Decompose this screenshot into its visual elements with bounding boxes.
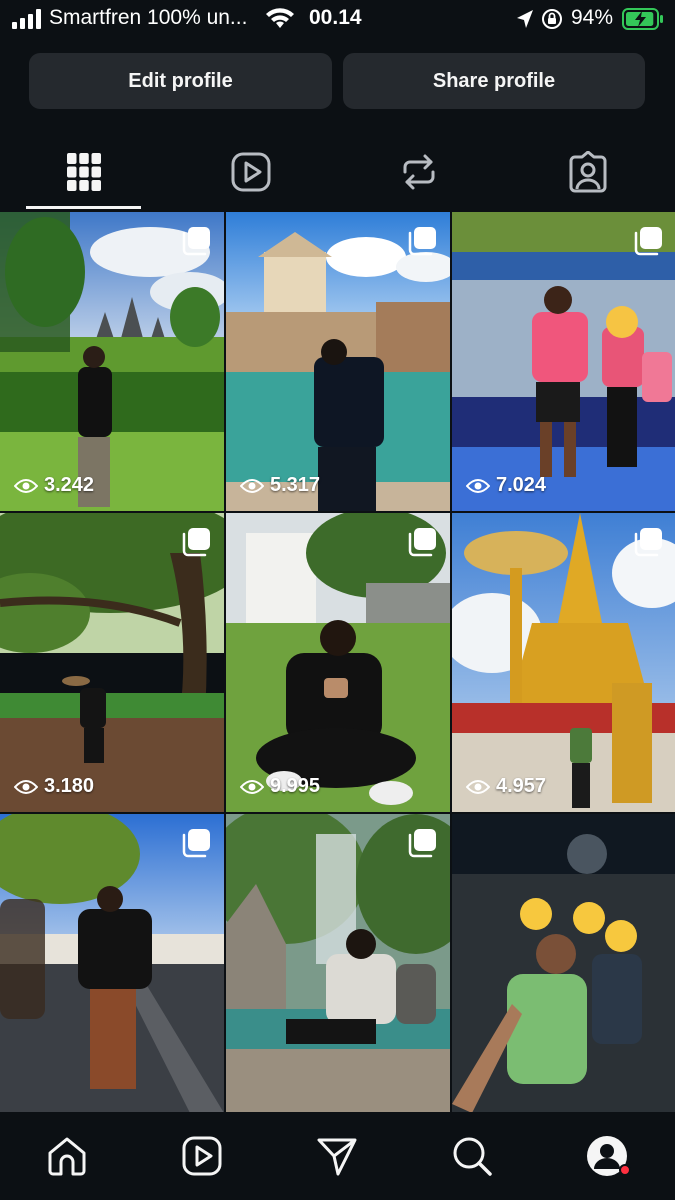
- battery-percentage: 94%: [571, 6, 614, 29]
- view-count: 3.242: [14, 474, 94, 497]
- post-thumbnail[interactable]: [226, 814, 450, 1113]
- tab-reposts[interactable]: [397, 150, 441, 194]
- multiple-media-icon: [408, 829, 436, 858]
- nav-home-button[interactable]: [45, 1134, 89, 1178]
- status-bar: Smartfren 100% un... 00.14 94%: [0, 0, 675, 40]
- multiple-media-icon: [408, 528, 436, 557]
- multiple-media-icon: [182, 528, 210, 557]
- view-count-value: 7.024: [496, 474, 547, 496]
- home-icon: [48, 1137, 86, 1176]
- post-thumbnail[interactable]: 3.180: [0, 513, 224, 812]
- view-count-value: 3.180: [44, 775, 95, 797]
- post-photo: [0, 513, 224, 812]
- multiple-media-icon: [634, 227, 662, 256]
- view-count: 5.317: [240, 474, 320, 497]
- post-thumbnail[interactable]: [0, 814, 224, 1113]
- edit-profile-button[interactable]: Edit profile: [29, 53, 332, 109]
- notification-dot: [619, 1164, 631, 1176]
- search-icon: [453, 1137, 492, 1176]
- eye-icon: [240, 478, 264, 493]
- profile-tabs: [0, 140, 675, 212]
- nav-profile-button[interactable]: [585, 1134, 631, 1178]
- post-photo: [226, 212, 450, 511]
- nav-search-button[interactable]: [450, 1134, 494, 1178]
- post-thumbnail[interactable]: 7.024: [452, 212, 675, 511]
- post-photo: [0, 814, 224, 1113]
- reels-icon: [231, 152, 271, 192]
- tagged-icon: [569, 151, 607, 193]
- view-count: 9.995: [240, 775, 320, 798]
- post-thumbnail[interactable]: 3.242: [0, 212, 224, 511]
- multiple-media-icon: [408, 227, 436, 256]
- multiple-media-icon: [182, 227, 210, 256]
- post-photo: [226, 513, 450, 812]
- wifi-icon: [266, 8, 294, 28]
- view-count: 7.024: [466, 474, 546, 497]
- post-thumbnail[interactable]: 5.317: [226, 212, 450, 511]
- nav-reels-button[interactable]: [180, 1134, 224, 1178]
- eye-icon: [240, 779, 264, 794]
- view-count: 3.180: [14, 775, 94, 798]
- eye-icon: [466, 779, 490, 794]
- eye-icon: [14, 478, 38, 493]
- bottom-navigation: [0, 1112, 675, 1200]
- view-count-value: 3.242: [44, 474, 95, 496]
- post-thumbnail[interactable]: 4.957: [452, 513, 675, 812]
- multiple-media-icon: [182, 829, 210, 858]
- battery-charging-icon: [622, 8, 663, 30]
- carrier-name: Smartfren 100% un...: [49, 6, 248, 29]
- clock-time: 00.14: [309, 6, 362, 29]
- post-photo: [226, 814, 450, 1113]
- eye-icon: [466, 478, 490, 493]
- reels-icon: [182, 1136, 222, 1176]
- grid-icon: [67, 153, 101, 191]
- send-icon: [317, 1138, 357, 1176]
- active-tab-indicator: [26, 206, 141, 209]
- post-photo: [452, 513, 675, 812]
- posts-grid: 3.242 5.317 7.024 3.180 9.995 4.957: [0, 212, 675, 1113]
- tab-posts-grid[interactable]: [62, 150, 106, 194]
- location-arrow-icon: [517, 10, 533, 28]
- eye-icon: [14, 779, 38, 794]
- view-count: 4.957: [466, 775, 546, 798]
- post-photo: [0, 212, 224, 511]
- view-count-value: 5.317: [270, 474, 321, 496]
- post-thumbnail[interactable]: 9.995: [226, 513, 450, 812]
- tab-reels[interactable]: [229, 150, 273, 194]
- repost-icon: [403, 154, 435, 190]
- post-photo: [452, 212, 675, 511]
- orientation-lock-icon: [542, 9, 562, 29]
- post-thumbnail[interactable]: [452, 814, 675, 1113]
- view-count-value: 9.995: [270, 775, 321, 797]
- cellular-signal-icon: [12, 9, 41, 29]
- tab-tagged[interactable]: [566, 150, 610, 194]
- multiple-media-icon: [634, 528, 662, 557]
- share-profile-button[interactable]: Share profile: [343, 53, 645, 109]
- nav-messages-button[interactable]: [315, 1134, 359, 1178]
- view-count-value: 4.957: [496, 775, 547, 797]
- post-photo: [452, 814, 675, 1113]
